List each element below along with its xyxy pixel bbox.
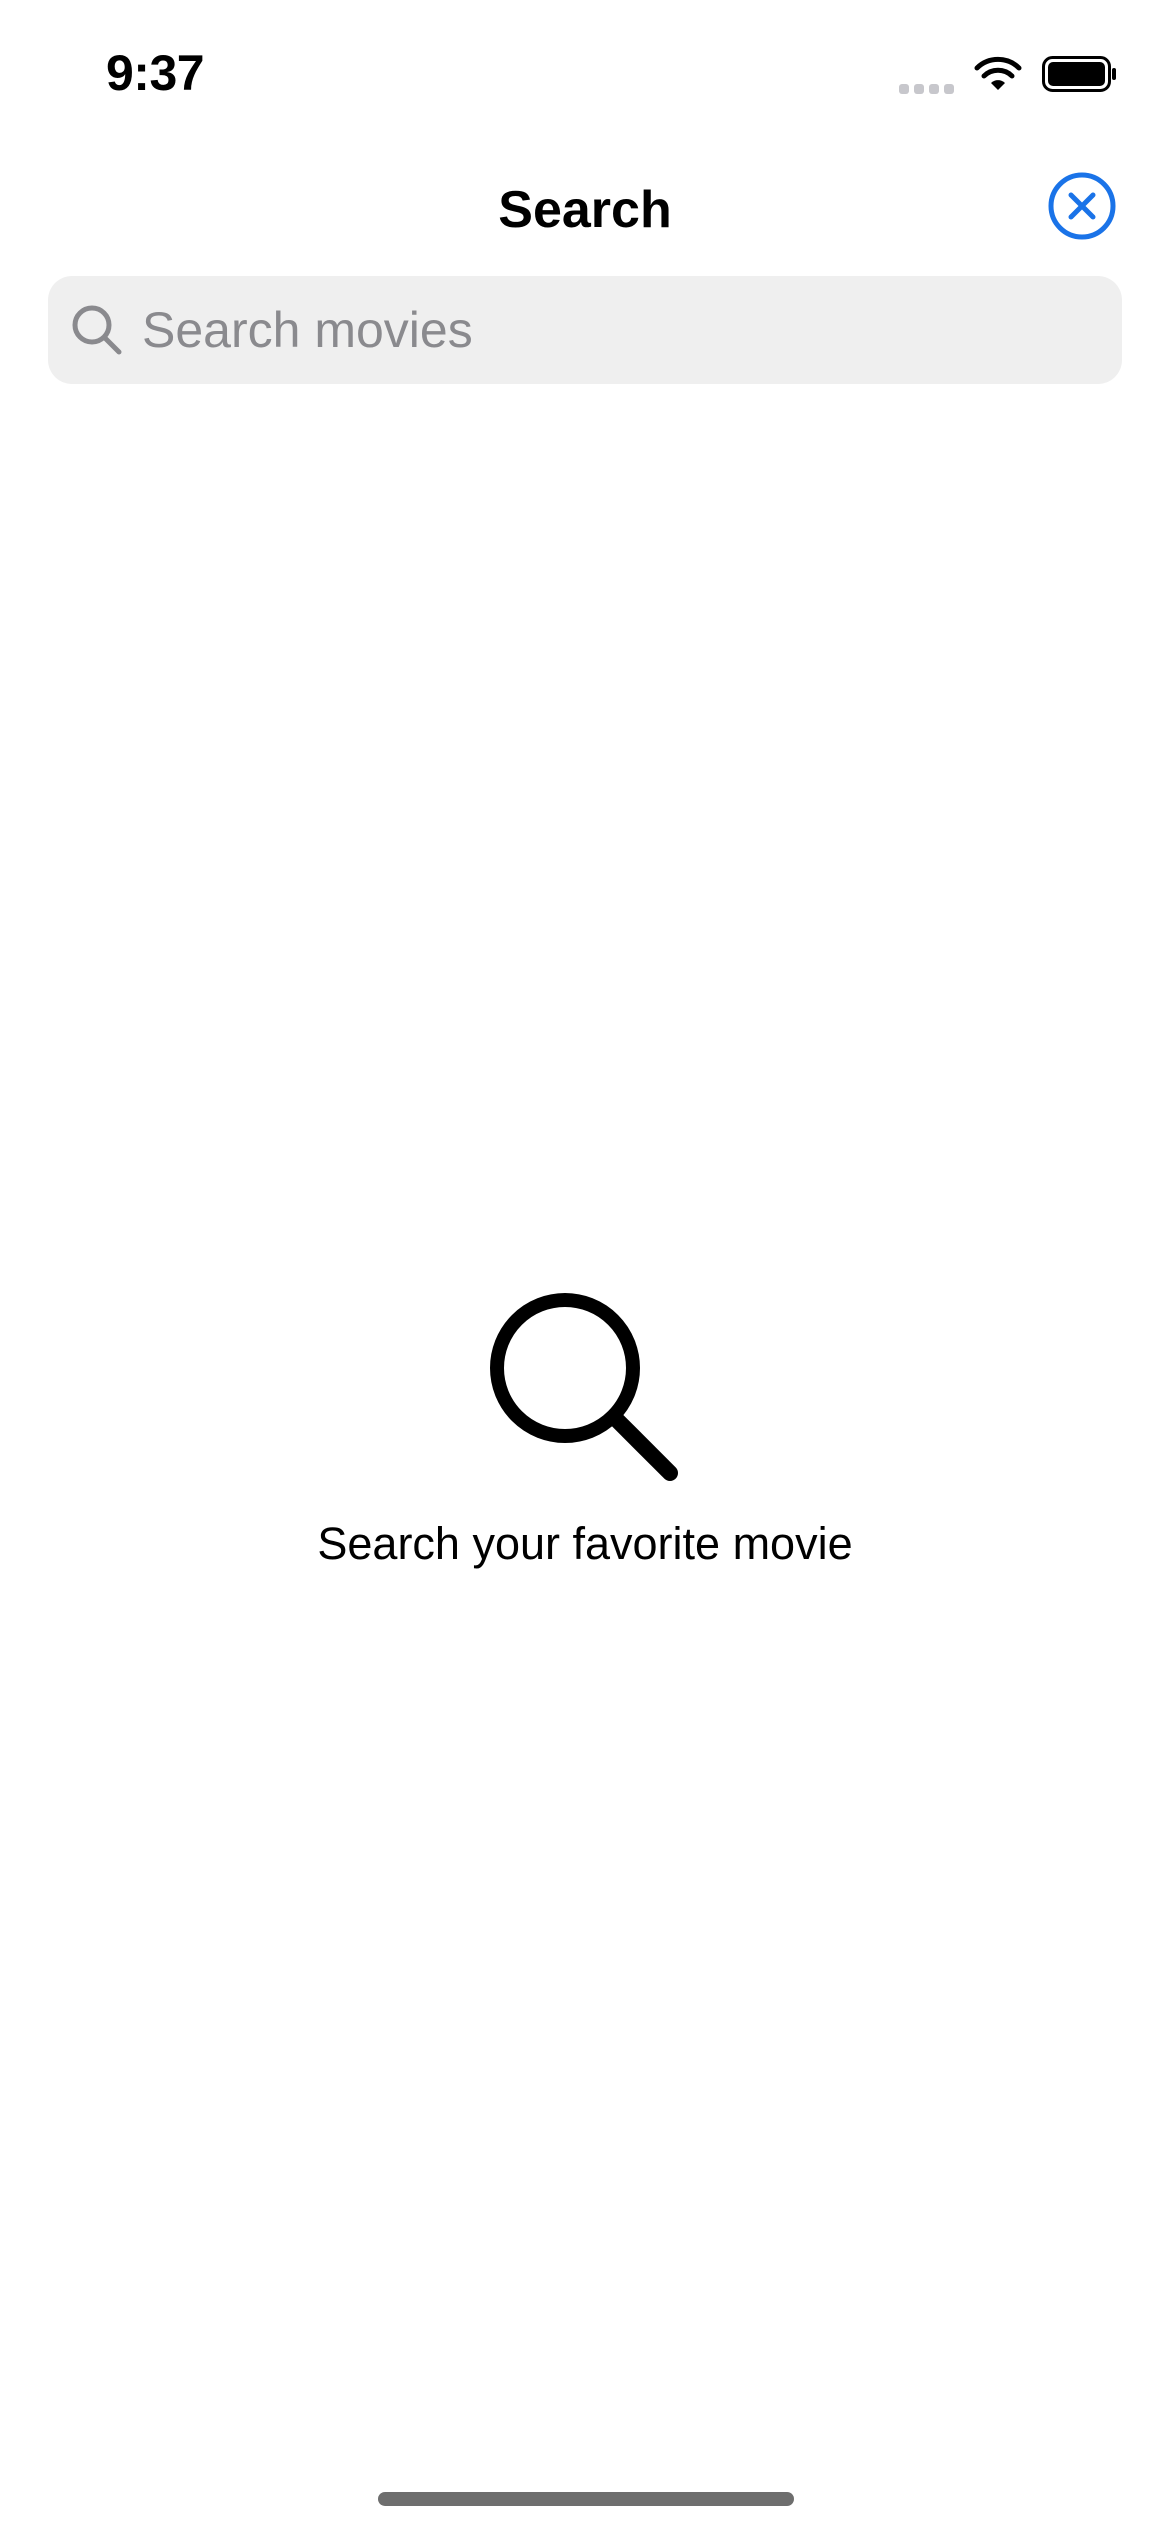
empty-state: Search your favorite movie	[0, 1290, 1170, 1570]
signal-icon	[899, 54, 954, 94]
navigation-bar: Search	[0, 160, 1170, 256]
wifi-icon	[974, 56, 1022, 90]
empty-state-message: Search your favorite movie	[317, 1518, 853, 1569]
search-input[interactable]	[142, 290, 1122, 370]
status-icons	[899, 52, 1118, 96]
status-time: 9:37	[106, 45, 205, 101]
search-bar[interactable]	[48, 276, 1122, 384]
page-title: Search	[498, 181, 672, 239]
close-icon[interactable]	[1048, 172, 1116, 240]
search-icon	[72, 305, 122, 355]
battery-icon	[1042, 56, 1116, 92]
status-bar: 9:37	[0, 0, 1170, 140]
magnifying-glass-icon	[490, 1293, 678, 1481]
home-indicator[interactable]	[378, 2492, 794, 2506]
